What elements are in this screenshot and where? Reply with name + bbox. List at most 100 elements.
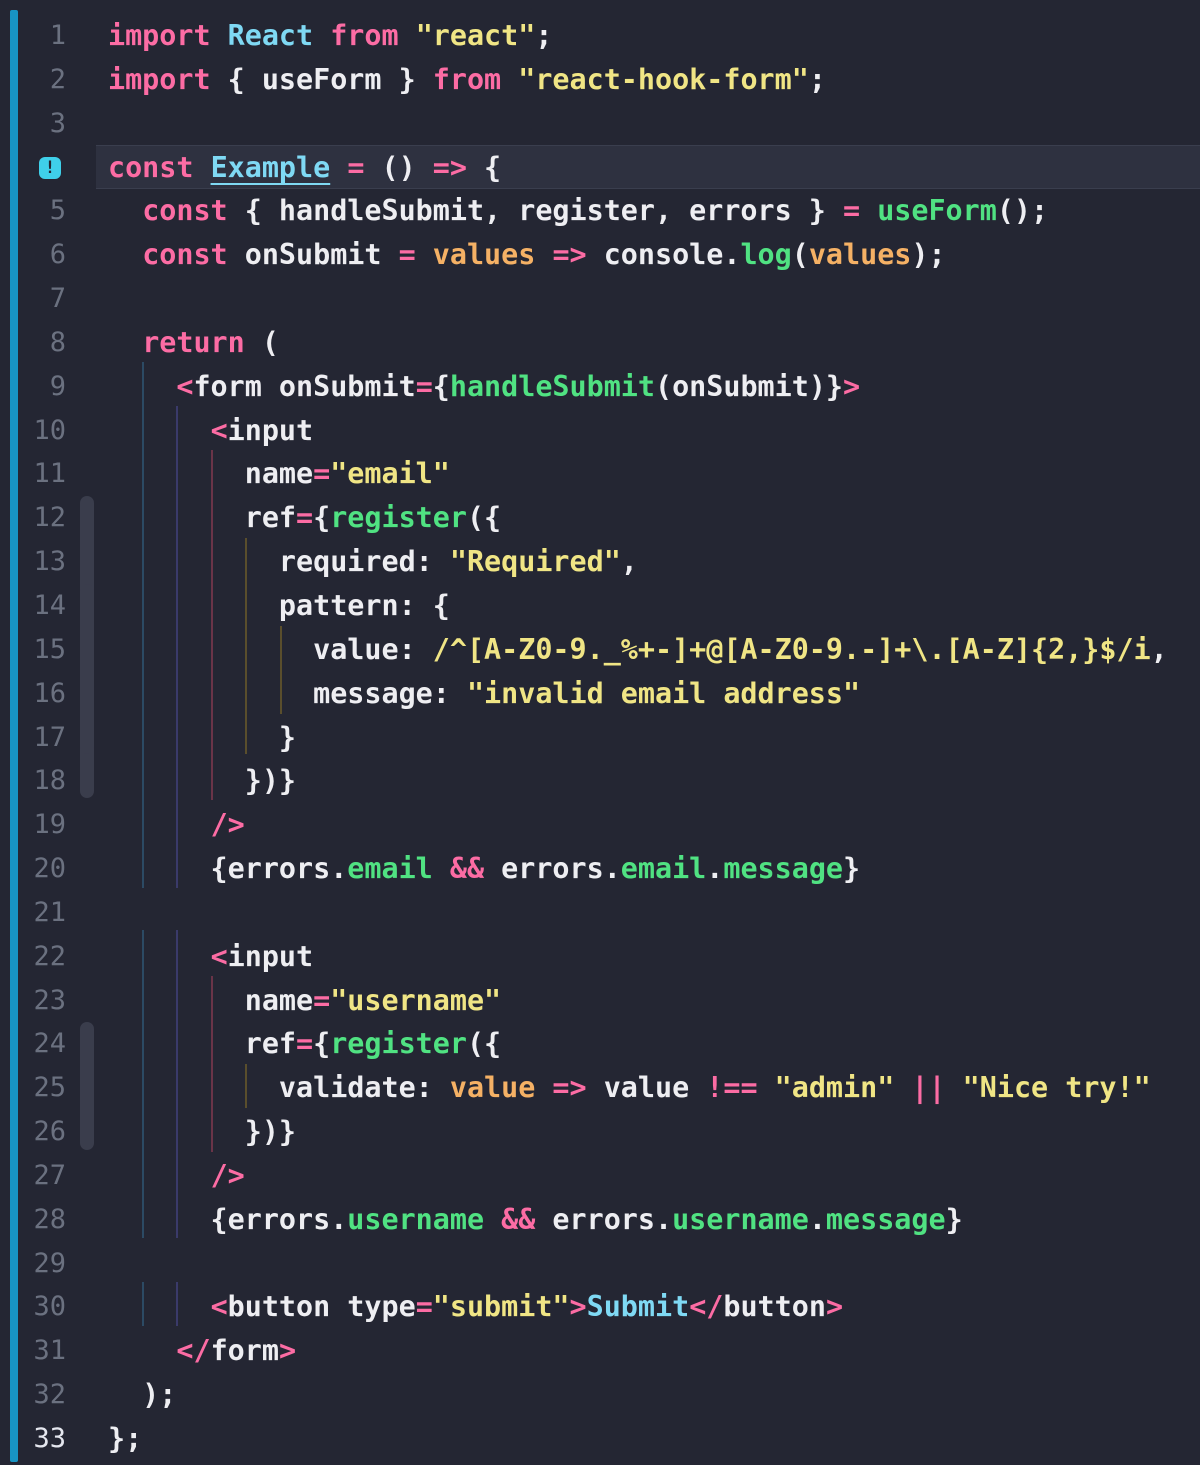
line-number: 16 [33,677,66,709]
line-number: 17 [33,721,66,753]
code-line[interactable]: const Example = () => { [108,146,1168,190]
code-line[interactable]: ref={register({ [108,1022,1168,1066]
line-number: 23 [33,984,66,1016]
code-line[interactable]: value: /^[A-Z0-9._%+-]+@[A-Z0-9.-]+\.[A-… [108,628,1168,672]
code-line[interactable] [108,102,1168,146]
code-token: })} [108,1115,297,1149]
line-number: 12 [33,502,66,534]
line-number: 28 [33,1203,66,1235]
code-line[interactable]: </form> [108,1329,1168,1373]
code-token: < [210,1290,228,1324]
fold-scroll-track-3[interactable] [80,1022,94,1150]
code-token: import [108,19,211,52]
code-token: from [330,19,399,52]
code-token: "invalid email address" [466,676,861,710]
code-token: , [620,545,638,579]
code-line[interactable]: {errors.username && errors.username.mess… [108,1198,1168,1242]
code-line[interactable]: const onSubmit = values => console.log(v… [108,233,1168,277]
code-line[interactable]: name="email" [108,452,1168,496]
code-token: import [108,62,211,96]
code-token: . [808,1202,826,1236]
code-editor[interactable]: 1 2 3! 5 6 7 8 9 10 11 12 13 14 15 16 17 18 19 20 21 22 23 24 2… [0,0,1200,1465]
code-token: register [330,1027,467,1061]
code-token: name [108,983,314,1017]
code-token: > [843,369,861,403]
line-number: 13 [33,546,66,578]
code-token: </ [689,1290,724,1324]
code-token: "react-hook-form" [518,62,809,96]
code-token: /> [210,1158,245,1192]
code-line[interactable]: })} [108,759,1168,803]
code-line[interactable]: })} [108,1110,1168,1154]
code-token: input [227,413,314,447]
code-line[interactable]: } [108,716,1168,760]
code-token: /> [210,808,245,842]
code-token: { useForm } [210,62,433,96]
code-token: pattern: { [108,588,450,622]
code-token: } [945,1202,963,1236]
code-line[interactable]: message: "invalid email address" [108,672,1168,716]
code-line[interactable]: <button type="submit">Submit</button> [108,1285,1168,1329]
code-token: < [210,939,228,973]
code-token: => [552,1071,587,1105]
code-token: (onSubmit)} [655,369,844,403]
code-line[interactable]: /> [108,803,1168,847]
code-token: log [740,238,792,272]
code-token: () [364,150,433,184]
code-line[interactable]: import React from "react"; [108,14,1168,58]
code-line[interactable]: <input [108,935,1168,979]
code-line[interactable]: <form onSubmit={handleSubmit(onSubmit)}> [108,365,1168,409]
line-number: 24 [33,1028,66,1060]
code-token: Example [210,150,331,184]
lint-warning-icon[interactable]: ! [39,157,61,180]
code-line[interactable]: <input [108,409,1168,453]
code-line[interactable]: }; [108,1417,1168,1461]
code-token: email [347,852,433,886]
code-line[interactable]: const { handleSubmit, register, errors }… [108,189,1168,233]
code-line[interactable]: ref={register({ [108,496,1168,540]
code-line[interactable]: pattern: { [108,584,1168,628]
code-line[interactable]: return ( [108,321,1168,365]
code-token: from [432,62,502,96]
code-line[interactable] [108,1242,1168,1286]
code-line[interactable] [108,277,1168,321]
code-line[interactable] [108,891,1168,935]
line-number: 7 [49,283,66,315]
code-token: useForm [877,194,997,228]
code-token: errors. [535,1202,673,1236]
code-token: }; [108,1422,143,1455]
code-token: const [142,238,228,272]
code-line[interactable]: {errors.email && errors.email.message} [108,847,1168,891]
code-token: required: [108,545,450,579]
vcs-change-bar [10,10,18,1462]
code-line[interactable]: ); [108,1373,1168,1417]
fold-scroll-track-2[interactable] [80,584,94,754]
line-number: 29 [33,1247,66,1279]
code-token: = [415,1290,433,1324]
code-token: validate: [108,1071,450,1105]
line-number: 3 [49,107,66,139]
code-token: "submit" [432,1290,570,1324]
code-line[interactable]: required: "Required", [108,540,1168,584]
code-token: const [108,150,194,184]
code-token: name [108,457,314,491]
code-line[interactable]: /> [108,1154,1168,1198]
code-token: value [449,1071,536,1105]
code-line[interactable]: validate: value => value !== "admin" || … [108,1066,1168,1110]
code-line[interactable]: import { useForm } from "react-hook-form… [108,58,1168,102]
code-token: { [432,369,450,403]
code-token: = [347,150,365,184]
line-number: 10 [33,414,66,446]
code-token: values [432,238,536,272]
code-token: button type [227,1290,416,1324]
line-number-gutter[interactable]: 1 2 3! 5 6 7 8 9 10 11 12 13 14 15 16 17 18 19 20 21 22 23 24 2… [22,14,72,1461]
code-line[interactable]: name="username" [108,979,1168,1023]
code-area[interactable]: import React from "react"; import { useFo… [108,14,1168,1461]
